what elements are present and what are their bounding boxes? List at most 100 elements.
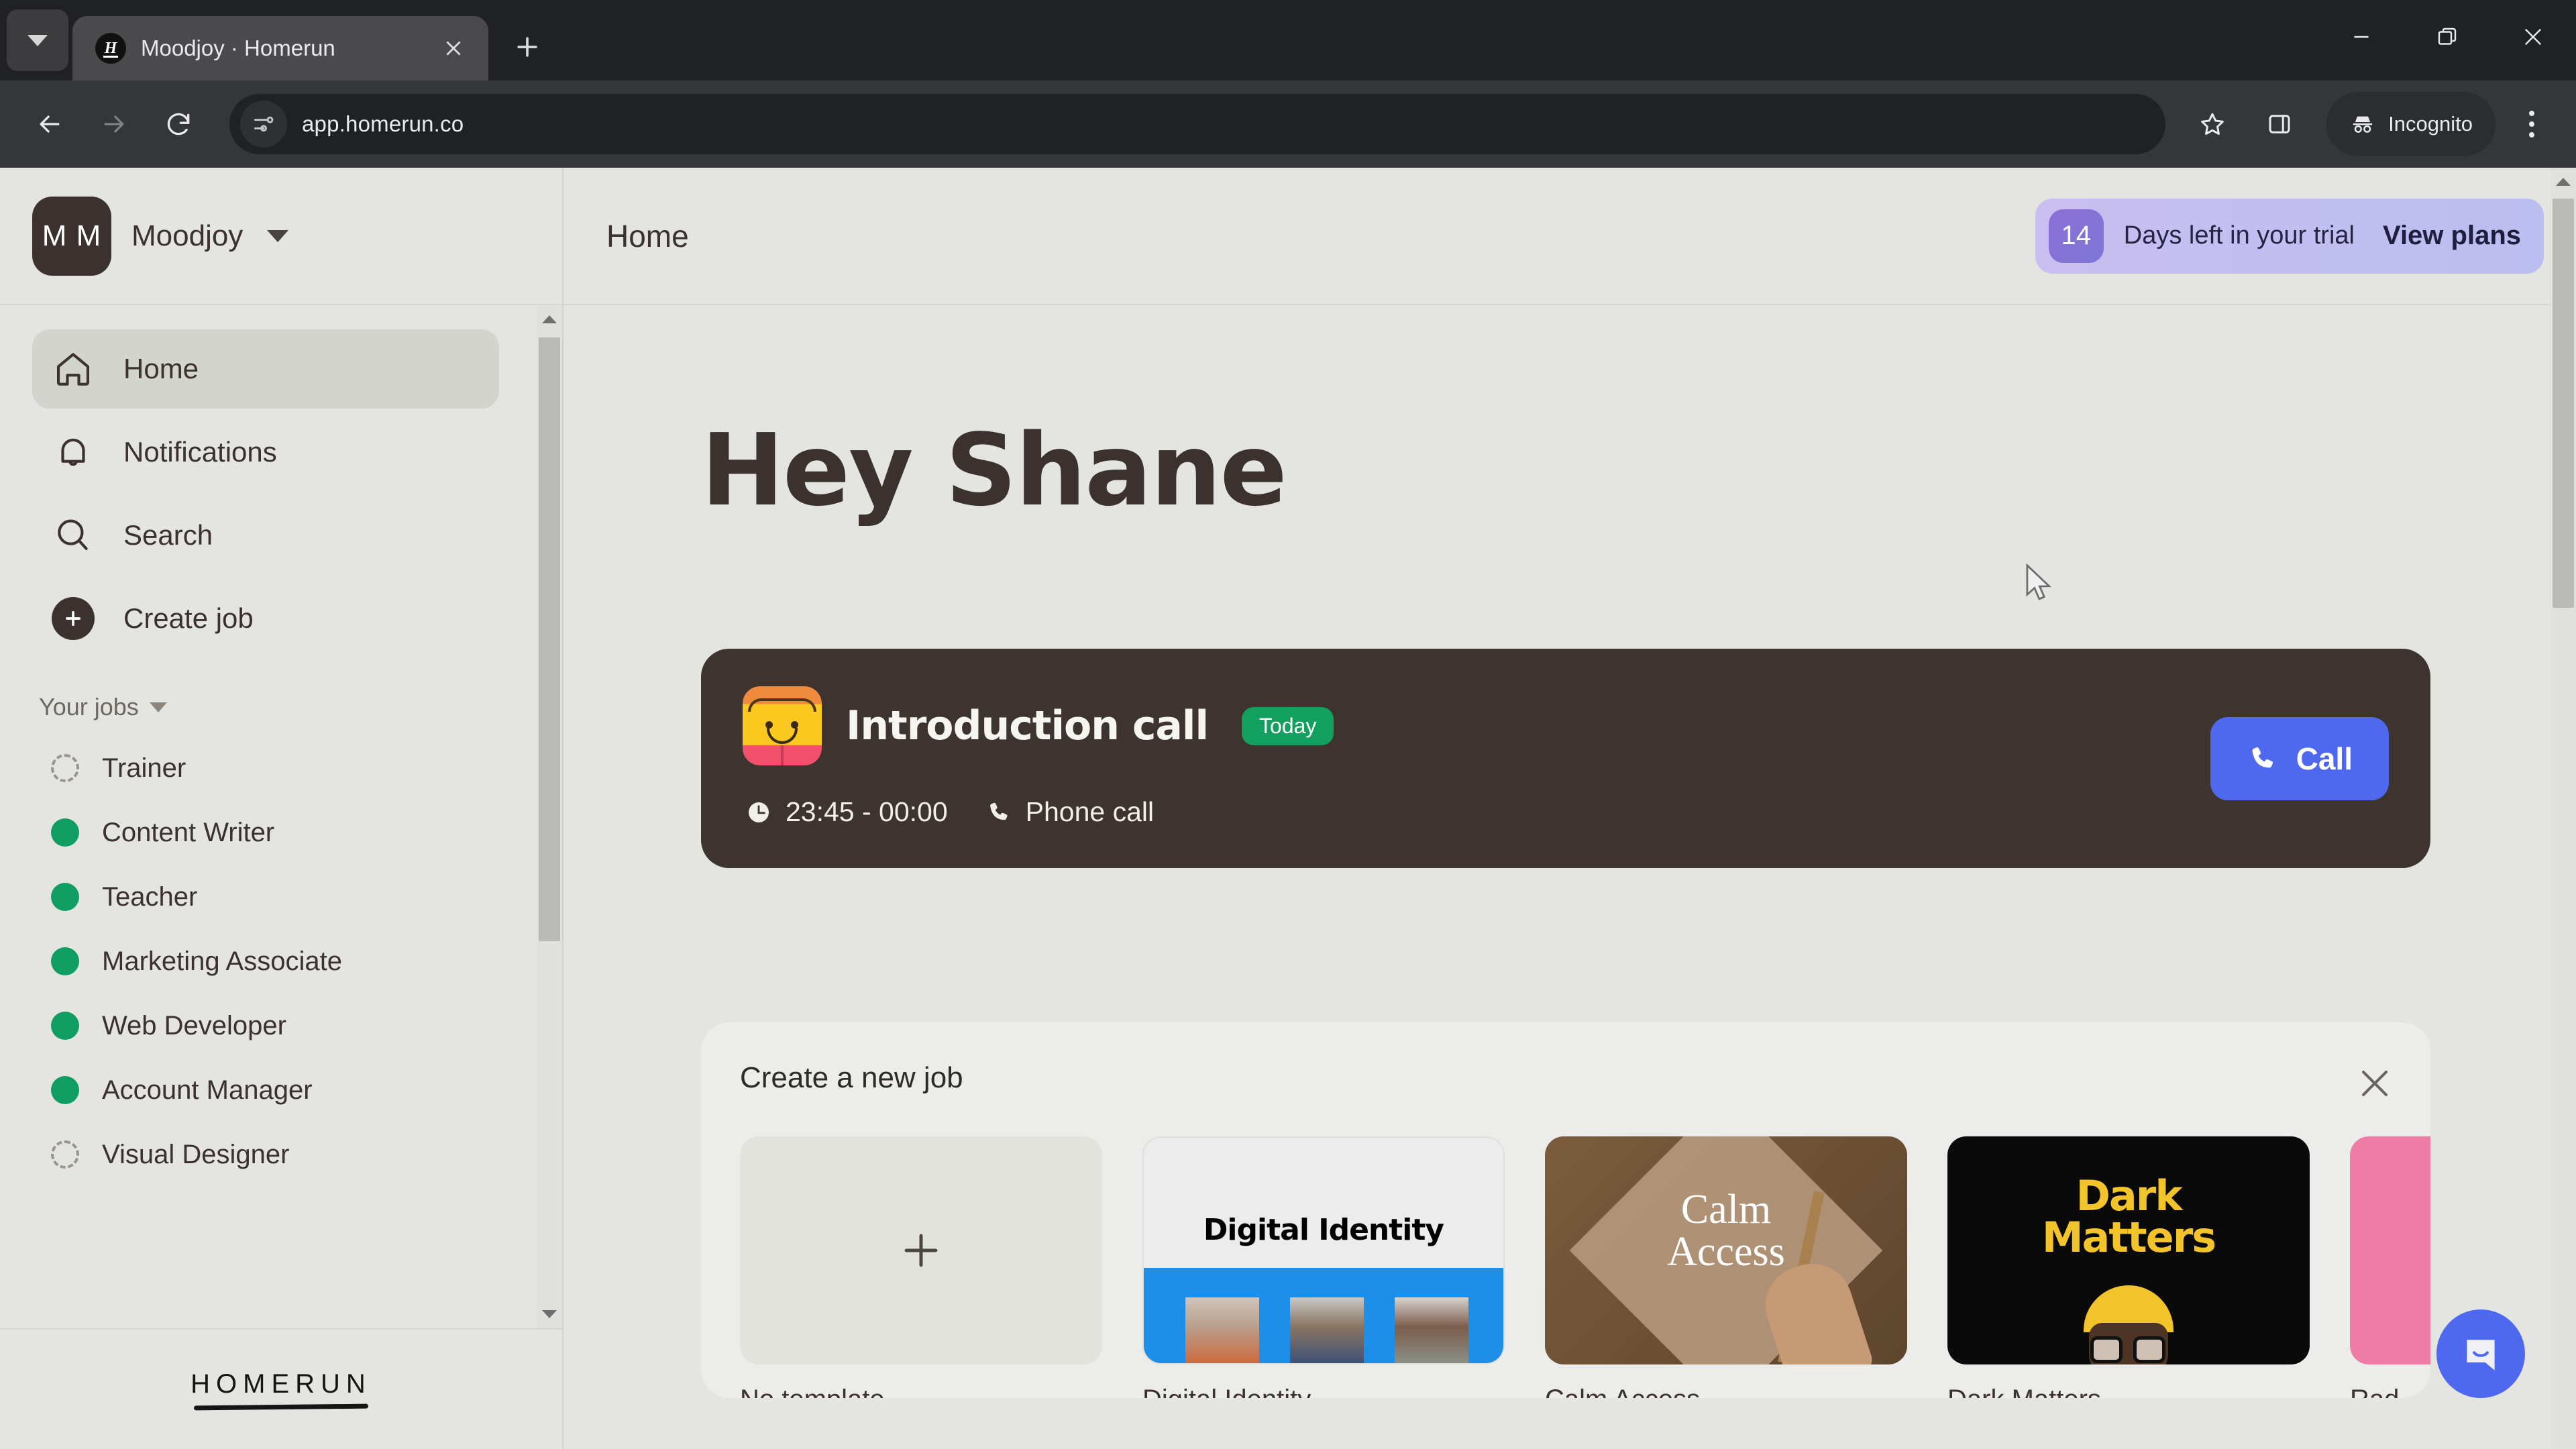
- status-dot-live: [51, 1012, 79, 1040]
- incognito-label: Incognito: [2388, 112, 2473, 136]
- upcoming-event-card[interactable]: Introduction call Today 23:45 - 00:00 Ph…: [701, 649, 2430, 868]
- call-button[interactable]: Call: [2210, 716, 2389, 800]
- sidebar-item-label: Search: [123, 519, 213, 551]
- favicon-icon: H: [95, 33, 126, 64]
- app-sidebar: M M Moodjoy Home Notifications Search Cr…: [0, 168, 564, 1449]
- status-dot-live: [51, 818, 79, 847]
- template-card-calm-access[interactable]: CalmAccess Calm Access: [1545, 1136, 1907, 1398]
- page-scrollbar[interactable]: [2551, 168, 2576, 1449]
- sidebar-job-teacher[interactable]: Teacher: [0, 865, 531, 929]
- incognito-icon: [2353, 116, 2373, 133]
- call-button-label: Call: [2296, 741, 2353, 776]
- minimize-button[interactable]: [2318, 0, 2404, 74]
- forward-button[interactable]: [82, 92, 146, 156]
- template-cover-text: Dark Matters: [2041, 1171, 2216, 1262]
- chat-support-button[interactable]: [2436, 1309, 2525, 1398]
- browser-menu-icon[interactable]: [2505, 92, 2559, 156]
- sidebar-job-marketing-associate[interactable]: Marketing Associate: [0, 929, 531, 994]
- sidebar-item-notifications[interactable]: Notifications: [32, 413, 499, 492]
- job-label: Web Developer: [102, 1010, 286, 1040]
- site-settings-icon[interactable]: [240, 101, 287, 148]
- plus-icon: [904, 1234, 938, 1267]
- maximize-restore-button[interactable]: [2404, 0, 2490, 74]
- scroll-up-icon[interactable]: [2551, 169, 2576, 195]
- side-panel-icon[interactable]: [2247, 92, 2312, 156]
- main-header: Home 14 Days left in your trial View pla…: [564, 168, 2576, 305]
- sidebar-scrollbar[interactable]: [537, 305, 562, 1328]
- sidebar-item-create-job[interactable]: Create job: [32, 579, 499, 658]
- page-scrollbar-thumb[interactable]: [2553, 199, 2574, 608]
- window-controls: [2318, 0, 2576, 74]
- avatar: M M: [32, 196, 111, 276]
- chevron-down-icon: [267, 229, 289, 242]
- template-cover-text: Digital Identity: [1203, 1213, 1444, 1247]
- section-label: Your jobs: [39, 693, 139, 720]
- person-photo: [1185, 1297, 1259, 1363]
- template-thumb: [740, 1136, 1102, 1364]
- template-thumb: Dark Matters: [1947, 1136, 2310, 1364]
- view-plans-link[interactable]: View plans: [2383, 221, 2521, 251]
- bookmark-star-icon[interactable]: [2180, 92, 2245, 156]
- sidebar-scrollbar-thumb[interactable]: [539, 337, 560, 941]
- reload-button[interactable]: [146, 92, 211, 156]
- template-card-dark-matters[interactable]: DarkMatters Dark Matters: [1947, 1136, 2310, 1398]
- status-dot-draft: [51, 754, 79, 782]
- sidebar-job-trainer[interactable]: Trainer: [0, 736, 531, 800]
- sidebar-scroll-area: Home Notifications Search Create job You…: [0, 305, 562, 1328]
- template-card-rad[interactable]: Rad: [2350, 1136, 2430, 1398]
- trial-days-badge: 14: [2048, 209, 2104, 263]
- main-content: Home 14 Days left in your trial View pla…: [564, 168, 2576, 1449]
- template-name: Rad: [2350, 1385, 2430, 1398]
- bell-icon: [51, 430, 95, 474]
- homerun-logo: HOMERUN: [191, 1369, 372, 1411]
- sidebar-job-web-developer[interactable]: Web Developer: [0, 994, 531, 1058]
- job-label: Teacher: [102, 881, 198, 912]
- new-tab-button[interactable]: [499, 19, 555, 75]
- tab-search-button[interactable]: [7, 9, 68, 71]
- favicon-letter: H: [104, 40, 117, 57]
- template-card-digital-identity[interactable]: Digital Identity Digital Identity: [1142, 1136, 1505, 1398]
- sidebar-item-home[interactable]: Home: [32, 329, 499, 409]
- main-scroll-area: Hey Shane Introduction call Today 23:45 …: [564, 305, 2576, 1449]
- create-new-job-panel: Create a new job No template: [701, 1022, 2430, 1398]
- scroll-up-icon[interactable]: [537, 307, 562, 332]
- sidebar-item-search[interactable]: Search: [32, 496, 499, 575]
- template-thumb: Calm Access: [1545, 1136, 1907, 1364]
- chevron-down-icon: [28, 34, 48, 46]
- close-icon[interactable]: [436, 31, 471, 66]
- close-icon[interactable]: [2355, 1064, 2394, 1103]
- event-type-text: Phone call: [1025, 796, 1155, 827]
- job-label: Visual Designer: [102, 1139, 290, 1169]
- phone-icon: [2252, 747, 2273, 767]
- sidebar-job-content-writer[interactable]: Content Writer: [0, 800, 531, 865]
- back-button[interactable]: [17, 92, 82, 156]
- template-thumb: Digital Identity: [1142, 1136, 1505, 1364]
- job-label: Content Writer: [102, 817, 275, 847]
- sidebar-item-label: Home: [123, 353, 199, 384]
- toolbar-actions: Incognito: [2180, 92, 2559, 156]
- close-window-button[interactable]: [2490, 0, 2576, 74]
- sidebar-footer: HOMERUN: [0, 1328, 562, 1449]
- status-dot-live: [51, 883, 79, 911]
- browser-tab[interactable]: H Moodjoy · Homerun: [72, 16, 488, 80]
- scroll-down-icon[interactable]: [537, 1301, 562, 1327]
- chat-bubble-icon: [2467, 1340, 2495, 1371]
- template-list: No template Digital Identity Digital Ide…: [740, 1136, 2430, 1398]
- template-card-no-template[interactable]: No template: [740, 1136, 1102, 1398]
- event-type: Phone call: [985, 796, 1154, 828]
- incognito-indicator[interactable]: Incognito: [2326, 92, 2496, 156]
- event-time: 23:45 - 00:00: [745, 796, 948, 828]
- address-bar[interactable]: app.homerun.co: [229, 94, 2166, 154]
- template-cover-text: Calm Access: [1667, 1187, 1785, 1275]
- phone-icon: [989, 802, 1008, 820]
- event-title: Introduction call: [846, 702, 1209, 749]
- trial-banner[interactable]: 14 Days left in your trial View plans: [2035, 198, 2544, 274]
- your-jobs-section-header[interactable]: Your jobs: [39, 693, 531, 721]
- org-switcher[interactable]: M M Moodjoy: [0, 168, 562, 305]
- sidebar-job-account-manager[interactable]: Account Manager: [0, 1058, 531, 1122]
- sidebar-job-visual-designer[interactable]: Visual Designer: [0, 1122, 531, 1187]
- person-photo: [1290, 1297, 1364, 1363]
- trial-text: Days left in your trial: [2123, 221, 2355, 250]
- search-icon: [51, 513, 95, 557]
- tab-strip: H Moodjoy · Homerun: [0, 0, 2576, 80]
